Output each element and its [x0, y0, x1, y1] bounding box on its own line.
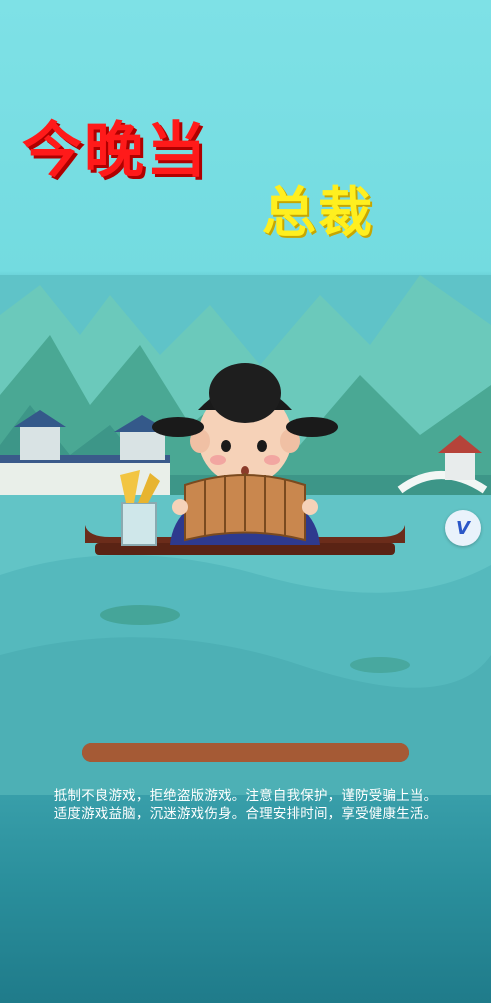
loading-progress-bar: [82, 743, 409, 762]
v-logo-icon[interactable]: V: [445, 510, 481, 546]
loading-screen: 今晚当 总裁 V 抵制不良游戏，拒绝盗版游戏。注意自我保护，谨防受骗上当。 适度…: [0, 0, 491, 1003]
health-notice-line2: 适度游戏益脑，沉迷游戏伤身。合理安排时间，享受健康生活。: [53, 806, 438, 822]
v-logo-label: V: [456, 517, 470, 539]
health-notice-line1: 抵制不良游戏，拒绝盗版游戏。注意自我保护，谨防受骗上当。: [53, 788, 438, 804]
game-title-line2: 总裁: [262, 181, 374, 244]
game-title-line1: 今晚当: [22, 116, 208, 186]
scene-illustration: [0, 275, 491, 795]
loading-progress-fill: [82, 743, 409, 762]
